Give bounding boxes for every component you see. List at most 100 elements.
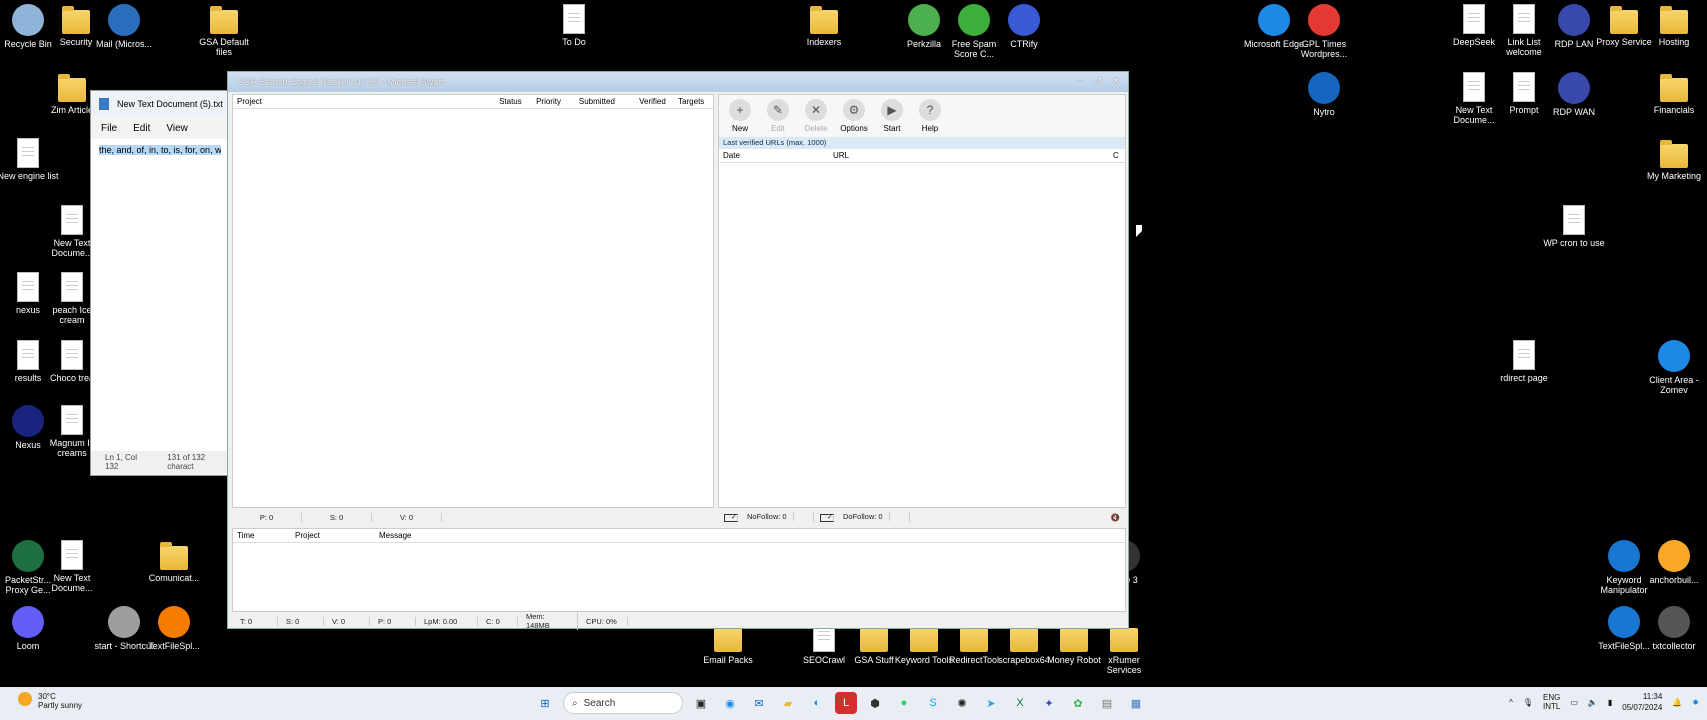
col-priority[interactable]: Priority bbox=[532, 97, 575, 106]
app-icon bbox=[1608, 606, 1640, 638]
col-targets[interactable]: Targets bbox=[674, 97, 713, 106]
desktop-icon[interactable]: TextFileSpl... bbox=[146, 606, 202, 651]
project-list[interactable]: Project Status Priority Submitted Verifi… bbox=[232, 94, 714, 508]
start-menu-icon[interactable]: ⊞ bbox=[534, 692, 556, 714]
browser-icon[interactable]: ◉ bbox=[719, 692, 741, 714]
copilot-icon[interactable]: ✸ bbox=[1692, 698, 1699, 707]
desktop-icon[interactable]: Comunicat... bbox=[146, 540, 202, 583]
col-date[interactable]: Date bbox=[719, 151, 829, 160]
language-indicator[interactable]: ENG INTL bbox=[1543, 693, 1560, 711]
help-button[interactable]: ? Help bbox=[915, 99, 945, 133]
edit-button[interactable]: ✎ Edit bbox=[763, 99, 793, 133]
nofollow-toggle[interactable]: ✓ NoFollow: 0 bbox=[718, 512, 814, 522]
gsa-titlebar[interactable]: GSA Search Engine Ranker v17.89 - Michae… bbox=[228, 72, 1128, 92]
weather-widget[interactable]: 30°C Partly sunny bbox=[18, 692, 82, 710]
network-icon[interactable]: ▭ bbox=[1570, 698, 1578, 707]
col-c[interactable]: C bbox=[1109, 151, 1123, 160]
col-log-project[interactable]: Project bbox=[291, 531, 375, 540]
app-chart-icon[interactable]: ▤ bbox=[1096, 692, 1118, 714]
message-log[interactable]: Time Project Message bbox=[232, 528, 1126, 612]
edge-icon[interactable]: ◐ bbox=[806, 692, 828, 714]
desktop-icon[interactable]: Keyword Manipulator bbox=[1596, 540, 1652, 595]
task-view-icon[interactable]: ▣ bbox=[690, 692, 712, 714]
app-shield-icon[interactable]: ⬢ bbox=[864, 692, 886, 714]
desktop-icon[interactable]: My Marketing bbox=[1646, 138, 1702, 181]
desktop-icon[interactable]: Indexers bbox=[796, 4, 852, 47]
menu-edit[interactable]: Edit bbox=[133, 123, 150, 134]
col-submitted[interactable]: Submitted bbox=[575, 97, 635, 106]
app-icon bbox=[1258, 4, 1290, 36]
minimize-icon[interactable]: – bbox=[1074, 76, 1086, 88]
excel-icon[interactable]: X bbox=[1009, 692, 1031, 714]
cursor-position: Ln 1, Col 132 bbox=[105, 453, 138, 471]
skype-icon[interactable]: S bbox=[922, 692, 944, 714]
notepad-text-area[interactable]: the, and, of, in, to, is, for, on, w bbox=[91, 139, 229, 451]
notification-icon[interactable]: 🔔 bbox=[1672, 698, 1682, 707]
desktop-icon[interactable]: CTRify bbox=[996, 4, 1052, 49]
desktop-icon[interactable]: Link List welcome bbox=[1496, 4, 1552, 57]
col-url[interactable]: URL bbox=[829, 151, 1109, 160]
menu-view[interactable]: View bbox=[166, 123, 188, 134]
desktop-icon[interactable]: Mail (Micros... bbox=[96, 4, 152, 49]
col-message[interactable]: Message bbox=[375, 531, 411, 540]
volume-icon[interactable]: 🔈 bbox=[1588, 698, 1598, 707]
desktop-icon[interactable]: xRumer Services bbox=[1096, 622, 1152, 675]
col-time[interactable]: Time bbox=[233, 531, 291, 540]
desktop-icon[interactable]: GSA Default files bbox=[196, 4, 252, 57]
app-l-icon[interactable]: L bbox=[835, 692, 857, 714]
document-icon bbox=[1463, 4, 1485, 34]
notepad-window[interactable]: New Text Document (5).txt File Edit View… bbox=[90, 90, 230, 476]
options-button[interactable]: ⚙ Options bbox=[839, 99, 869, 133]
checkbox-icon: ✓ bbox=[724, 513, 738, 522]
outlook-icon[interactable]: ✉ bbox=[748, 692, 770, 714]
notepad-titlebar[interactable]: New Text Document (5).txt bbox=[91, 91, 229, 117]
document-icon bbox=[1463, 72, 1485, 102]
app-icon bbox=[1658, 340, 1690, 372]
desktop-icon[interactable]: Nytro bbox=[1296, 72, 1352, 117]
whatsapp-icon[interactable]: ● bbox=[893, 692, 915, 714]
desktop-icon[interactable]: New engine list bbox=[0, 138, 59, 181]
chevron-up-icon[interactable]: ^ bbox=[1509, 698, 1513, 707]
desktop-icon[interactable]: txtcollector bbox=[1646, 606, 1702, 651]
col-verified[interactable]: Verified bbox=[635, 97, 674, 106]
desktop-icon[interactable]: Financials bbox=[1646, 72, 1702, 115]
desktop-icon-label: anchorbuil... bbox=[1649, 575, 1699, 585]
desktop-icon[interactable]: anchorbuil... bbox=[1646, 540, 1702, 585]
app-globe-icon[interactable]: ✿ bbox=[1067, 692, 1089, 714]
desktop-icon[interactable]: rdirect page bbox=[1496, 340, 1552, 383]
desktop-icon-label: New engine list bbox=[0, 171, 59, 181]
desktop-icon[interactable]: RDP WAN bbox=[1546, 72, 1602, 117]
chatgpt-icon[interactable]: ✺ bbox=[951, 692, 973, 714]
desktop-icon[interactable]: WP cron to use bbox=[1543, 205, 1605, 248]
new-button[interactable]: + New bbox=[725, 99, 755, 133]
microphone-icon[interactable]: 🎙 bbox=[1523, 698, 1533, 707]
maximize-icon[interactable]: ↗ bbox=[1092, 76, 1104, 88]
gsa-window[interactable]: GSA Search Engine Ranker v17.89 - Michae… bbox=[227, 71, 1129, 630]
system-tray: ^ 🎙 ENG INTL ▭ 🔈 ▮ 11:34 05/07/2024 🔔 ✸ bbox=[1509, 691, 1699, 713]
desktop-icon[interactable]: GPL Times Wordpres... bbox=[1296, 4, 1352, 59]
notepad-app-icon[interactable]: ▦ bbox=[1125, 692, 1147, 714]
desktop-icon[interactable]: Client Area - Zomev bbox=[1646, 340, 1702, 395]
battery-icon[interactable]: ▮ bbox=[1608, 698, 1612, 707]
file-explorer-icon[interactable]: ▰ bbox=[777, 692, 799, 714]
status-v: V: 0 bbox=[324, 616, 370, 626]
app-icon bbox=[1308, 72, 1340, 104]
col-status[interactable]: Status bbox=[495, 97, 532, 106]
col-project[interactable]: Project bbox=[233, 97, 495, 106]
start-button[interactable]: ▶ Start bbox=[877, 99, 907, 133]
taskbar-search[interactable]: ⌕ Search bbox=[563, 692, 683, 714]
sound-icon[interactable]: 🔇 bbox=[1105, 513, 1126, 522]
close-icon[interactable]: ✕ bbox=[1110, 76, 1122, 88]
desktop-icon[interactable]: New Text Docume... bbox=[44, 540, 100, 593]
desktop-icon[interactable]: New Text Docume... bbox=[1446, 72, 1502, 125]
desktop-icon[interactable]: Free Spam Score C... bbox=[946, 4, 1002, 59]
gsa-app-icon[interactable]: ✦ bbox=[1038, 692, 1060, 714]
delete-button[interactable]: ✕ Delete bbox=[801, 99, 831, 133]
desktop-icon[interactable]: To Do bbox=[546, 4, 602, 47]
dofollow-toggle[interactable]: ✓ DoFollow: 0 bbox=[814, 512, 910, 522]
clock[interactable]: 11:34 05/07/2024 bbox=[1622, 691, 1662, 713]
telegram-icon[interactable]: ➤ bbox=[980, 692, 1002, 714]
desktop-icon[interactable]: Loom bbox=[0, 606, 56, 651]
menu-file[interactable]: File bbox=[101, 123, 117, 134]
desktop-icon[interactable]: Hosting bbox=[1646, 4, 1702, 47]
